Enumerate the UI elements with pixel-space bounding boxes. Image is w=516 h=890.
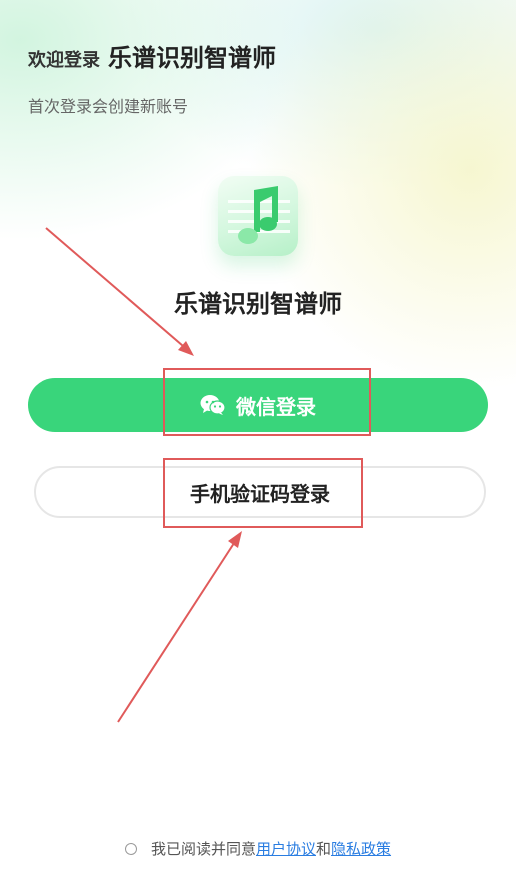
user-agreement-link[interactable]: 用户协议 xyxy=(256,838,316,859)
welcome-line: 欢迎登录 乐谱识别智谱师 xyxy=(28,38,276,73)
header-app-name: 乐谱识别智谱师 xyxy=(108,44,276,72)
agreement-row: 我已阅读并同意 用户协议 和 隐私政策 xyxy=(0,838,516,859)
background-gradient xyxy=(0,0,516,890)
agree-radio[interactable] xyxy=(124,842,137,855)
annotation-arrowhead-1 xyxy=(178,341,194,356)
app-logo xyxy=(218,176,298,256)
annotation-arrowhead-2 xyxy=(228,531,242,548)
privacy-policy-link[interactable]: 隐私政策 xyxy=(331,838,391,859)
agreement-prefix: 我已阅读并同意 xyxy=(150,840,256,858)
annotation-box-phone xyxy=(163,458,363,528)
app-title: 乐谱识别智谱师 xyxy=(174,290,342,318)
annotation-box-wechat xyxy=(163,368,371,436)
annotation-arrows xyxy=(45,227,242,723)
agreement-conjunction: 和 xyxy=(316,840,332,858)
music-note-icon xyxy=(228,186,290,244)
welcome-text: 欢迎登录 xyxy=(28,50,100,71)
subtitle: 首次登录会创建新账号 xyxy=(28,97,189,116)
header: 欢迎登录 乐谱识别智谱师 首次登录会创建新账号 xyxy=(28,38,276,117)
annotation-arrow-2 xyxy=(117,536,239,723)
